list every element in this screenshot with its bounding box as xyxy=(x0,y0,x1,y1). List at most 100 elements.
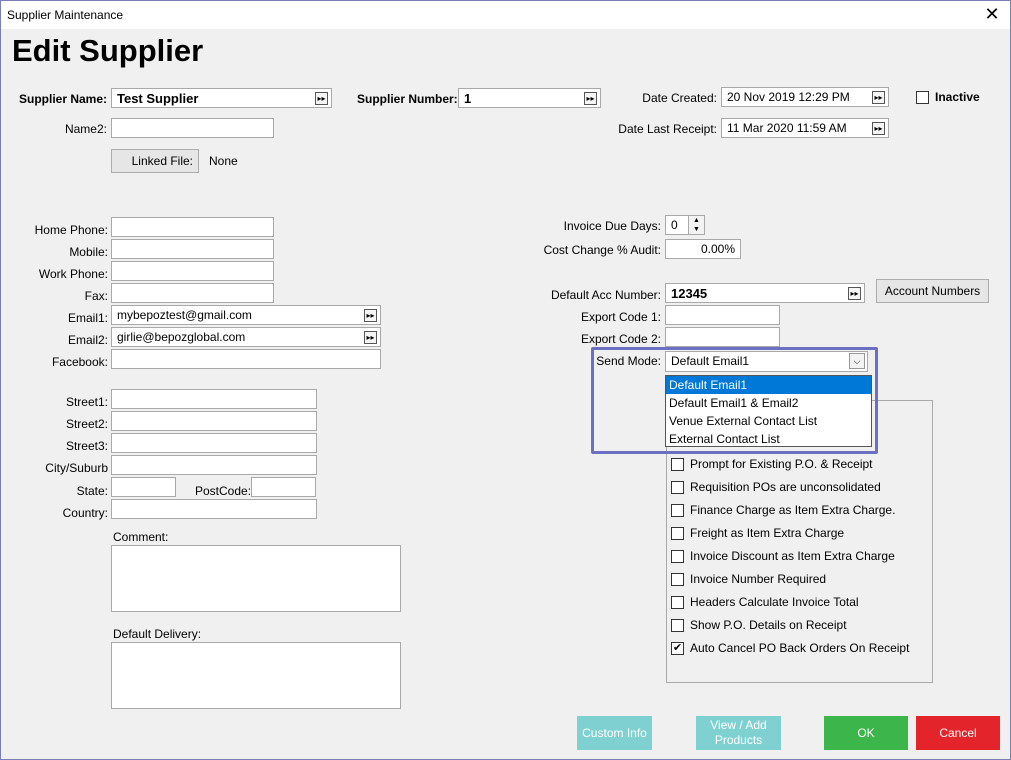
stepper-spin[interactable]: ▲ ▼ xyxy=(688,216,704,234)
state-field[interactable] xyxy=(111,477,176,497)
option-checkbox[interactable]: ✔ xyxy=(671,642,684,655)
lookup-icon[interactable]: ▸▸ xyxy=(315,92,328,105)
view-add-products-button[interactable]: View / Add Products xyxy=(696,716,781,750)
lookup-icon[interactable]: ▸▸ xyxy=(584,92,597,105)
export-code2-field[interactable] xyxy=(665,327,780,347)
lookup-icon[interactable]: ▸▸ xyxy=(872,122,885,135)
street2-field[interactable] xyxy=(111,411,317,431)
linked-file-button[interactable]: Linked File: xyxy=(111,149,199,173)
lookup-icon[interactable]: ▸▸ xyxy=(364,331,377,344)
postcode-field[interactable] xyxy=(251,477,316,497)
ok-button[interactable]: OK xyxy=(824,716,908,750)
default-delivery-textarea[interactable] xyxy=(111,642,401,709)
street3-label: Street3: xyxy=(65,439,108,453)
option-checkbox[interactable] xyxy=(671,596,684,609)
supplier-number-field[interactable]: 1 ▸▸ xyxy=(458,88,601,108)
close-icon[interactable]: ✕ xyxy=(982,4,1002,24)
lookup-icon[interactable]: ▸▸ xyxy=(872,91,885,104)
default-acc-number-value: 12345 xyxy=(671,286,708,301)
export-code1-field[interactable] xyxy=(665,305,780,325)
title-bar: Supplier Maintenance ✕ xyxy=(1,1,1010,29)
lookup-icon[interactable]: ▸▸ xyxy=(364,309,377,322)
cancel-button[interactable]: Cancel xyxy=(916,716,1000,750)
street2-label: Street2: xyxy=(65,417,108,431)
option-label: Prompt for Existing P.O. & Receipt xyxy=(690,457,873,471)
comment-label: Comment: xyxy=(113,530,169,544)
option-label: Headers Calculate Invoice Total xyxy=(690,595,859,609)
date-last-receipt-label: Date Last Receipt: xyxy=(618,122,717,136)
highlight-frame xyxy=(591,347,878,454)
option-checkbox[interactable] xyxy=(671,573,684,586)
city-field[interactable] xyxy=(111,455,317,475)
option-label: Invoice Discount as Item Extra Charge xyxy=(690,549,895,563)
supplier-maintenance-window: Supplier Maintenance ✕ Edit Supplier Sup… xyxy=(0,0,1011,760)
email1-field[interactable]: mybepoztest@gmail.com ▸▸ xyxy=(111,305,381,325)
work-phone-field[interactable] xyxy=(111,261,274,281)
email2-field[interactable]: girlie@bepozglobal.com ▸▸ xyxy=(111,327,381,347)
supplier-number-value: 1 xyxy=(464,91,472,106)
lookup-icon[interactable]: ▸▸ xyxy=(848,287,861,300)
chevron-down-icon[interactable]: ▼ xyxy=(689,225,704,234)
comment-textarea[interactable] xyxy=(111,545,401,612)
name2-field[interactable] xyxy=(111,118,274,138)
email1-label: Email1: xyxy=(67,311,108,325)
invoice-due-days-value: 0 xyxy=(671,218,678,232)
option-checkbox[interactable] xyxy=(671,458,684,471)
account-numbers-button[interactable]: Account Numbers xyxy=(876,279,989,303)
street1-field[interactable] xyxy=(111,389,317,409)
date-created-label: Date Created: xyxy=(642,91,717,105)
country-label: Country: xyxy=(62,506,108,520)
name2-label: Name2: xyxy=(64,122,107,136)
option-checkbox[interactable] xyxy=(671,481,684,494)
home-phone-field[interactable] xyxy=(111,217,274,237)
export-code2-label: Export Code 2: xyxy=(580,332,661,346)
cost-change-audit-field[interactable]: 0.00% xyxy=(665,239,741,259)
option-label: Show P.O. Details on Receipt xyxy=(690,618,847,632)
work-phone-label: Work Phone: xyxy=(38,267,108,281)
option-checkbox[interactable] xyxy=(671,527,684,540)
date-last-receipt-value: 11 Mar 2020 11:59 AM xyxy=(727,121,847,135)
city-label: City/Suburb xyxy=(45,461,108,475)
cost-change-audit-label: Cost Change % Audit: xyxy=(543,243,661,257)
home-phone-label: Home Phone: xyxy=(34,223,108,237)
option-checkbox[interactable] xyxy=(671,619,684,632)
facebook-field[interactable] xyxy=(111,349,381,369)
fax-field[interactable] xyxy=(111,283,274,303)
email2-label: Email2: xyxy=(67,333,108,347)
country-field[interactable] xyxy=(111,499,317,519)
option-label: Requisition POs are unconsolidated xyxy=(690,480,881,494)
date-created-field[interactable]: 20 Nov 2019 12:29 PM ▸▸ xyxy=(721,87,889,107)
default-acc-number-field[interactable]: 12345 ▸▸ xyxy=(665,283,865,303)
supplier-number-label: Supplier Number: xyxy=(357,92,458,106)
option-label: Auto Cancel PO Back Orders On Receipt xyxy=(690,641,910,655)
custom-info-button[interactable]: Custom Info xyxy=(577,716,652,750)
street3-field[interactable] xyxy=(111,433,317,453)
option-checkbox[interactable] xyxy=(671,504,684,517)
street1-label: Street1: xyxy=(65,395,108,409)
mobile-field[interactable] xyxy=(111,239,274,259)
default-delivery-label: Default Delivery: xyxy=(113,627,202,641)
page-title: Edit Supplier xyxy=(12,33,204,68)
email1-value: mybepoztest@gmail.com xyxy=(117,308,252,322)
chevron-up-icon[interactable]: ▲ xyxy=(689,216,704,225)
inactive-checkbox[interactable] xyxy=(916,91,929,104)
linked-file-value: None xyxy=(209,154,238,168)
postcode-label: PostCode: xyxy=(195,484,252,498)
date-last-receipt-field[interactable]: 11 Mar 2020 11:59 AM ▸▸ xyxy=(721,118,889,138)
facebook-label: Facebook: xyxy=(51,355,108,369)
date-created-value: 20 Nov 2019 12:29 PM xyxy=(727,90,850,104)
inactive-label: Inactive xyxy=(935,90,980,104)
option-label: Freight as Item Extra Charge xyxy=(690,526,845,540)
option-checkbox[interactable] xyxy=(671,550,684,563)
window-title: Supplier Maintenance xyxy=(7,8,124,22)
export-code1-label: Export Code 1: xyxy=(580,310,661,324)
state-label: State: xyxy=(76,484,108,498)
option-label: Invoice Number Required xyxy=(690,572,827,586)
cost-change-audit-value: 0.00% xyxy=(700,242,735,256)
invoice-due-days-stepper[interactable]: 0 ▲ ▼ xyxy=(665,215,705,235)
option-label: Finance Charge as Item Extra Charge. xyxy=(690,503,896,517)
supplier-name-label: Supplier Name: xyxy=(19,92,108,106)
mobile-label: Mobile: xyxy=(69,245,108,259)
supplier-name-field[interactable]: Test Supplier ▸▸ xyxy=(111,88,332,108)
fax-label: Fax: xyxy=(84,289,108,303)
